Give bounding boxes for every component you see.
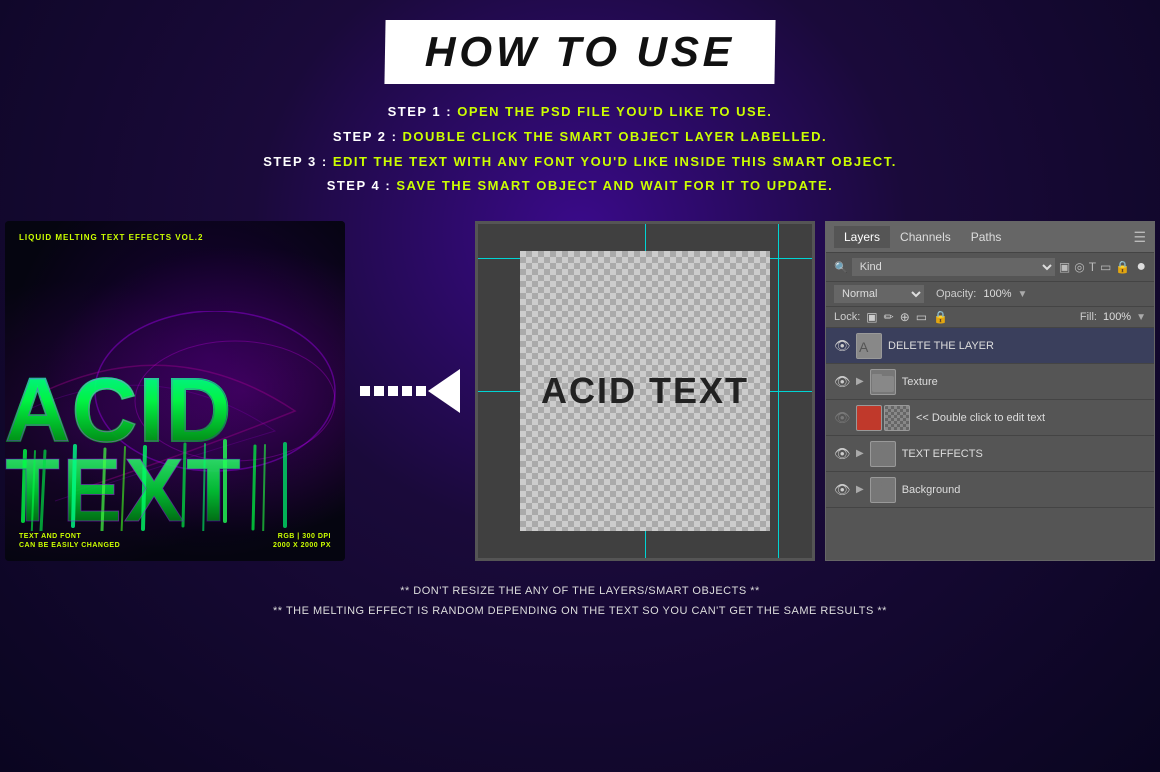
lock-icon-1: ▣ bbox=[866, 310, 877, 324]
expand-icon-1[interactable]: ▶ bbox=[856, 376, 864, 387]
layer-thumb-1 bbox=[870, 369, 896, 395]
bottom-left-label: TEXT AND FONTCAN BE EASILY CHANGED bbox=[19, 532, 120, 552]
lock-icon-4: ▭ bbox=[916, 310, 927, 324]
page-title: HOW TO USE bbox=[425, 28, 736, 76]
step-1-label: STEP 1 : bbox=[388, 104, 458, 119]
step-4-label: STEP 4 : bbox=[327, 178, 397, 193]
dash-1 bbox=[360, 386, 370, 396]
fill-value: 100% bbox=[1103, 311, 1131, 323]
layer-smart-object[interactable]: 👁 << Double click to edit text bbox=[826, 400, 1154, 436]
layer-thumb-3 bbox=[870, 441, 896, 467]
tab-layers[interactable]: Layers bbox=[834, 226, 890, 248]
layer-name-1: Texture bbox=[902, 376, 1146, 388]
opacity-dropdown-icon[interactable]: ▼ bbox=[1018, 289, 1028, 300]
panels-row: LIQUID MELTING TEXT EFFECTS VOL.2 ACID A… bbox=[20, 221, 1140, 561]
layer-thumb-2-red bbox=[856, 405, 882, 431]
layer-name-3: TEXT EFFECTS bbox=[902, 448, 1146, 460]
layer-background[interactable]: 👁 ▶ Background bbox=[826, 472, 1154, 508]
arrow-indicator bbox=[360, 369, 460, 413]
tab-channels[interactable]: Channels bbox=[890, 226, 961, 248]
smart-object-text: ACID TEXT bbox=[541, 370, 749, 412]
fill-dropdown-icon[interactable]: ▼ bbox=[1136, 312, 1146, 323]
eye-icon-3[interactable]: 👁 bbox=[834, 446, 850, 462]
lock-label: Lock: bbox=[834, 311, 860, 323]
layer-thumb-4 bbox=[870, 477, 896, 503]
eye-icon-0[interactable]: 👁 bbox=[834, 338, 850, 354]
filter-icon-smart: 🔒 bbox=[1115, 260, 1130, 274]
layers-panel: Layers Channels Paths ☰ 🔍 Kind ▣ ◎ T ▭ 🔒… bbox=[825, 221, 1155, 561]
preview-panel: LIQUID MELTING TEXT EFFECTS VOL.2 ACID A… bbox=[5, 221, 345, 561]
step-3-value: EDIT THE TEXT WITH ANY FONT YOU'D LIKE I… bbox=[333, 154, 897, 169]
filter-icon-shape: ▭ bbox=[1100, 260, 1111, 274]
product-label: LIQUID MELTING TEXT EFFECTS VOL.2 bbox=[19, 233, 203, 242]
filter-icon-adjust: ◎ bbox=[1074, 260, 1084, 274]
layer-name-0: DELETE THE LAYER bbox=[888, 340, 1146, 352]
step-2-value: DOUBLE CLICK THE SMART OBJECT LAYER LABE… bbox=[403, 129, 828, 144]
svg-text:A: A bbox=[859, 339, 869, 355]
step-2: STEP 2 : DOUBLE CLICK THE SMART OBJECT L… bbox=[263, 127, 897, 148]
lock-icon-5: 🔒 bbox=[933, 310, 948, 324]
step-2-label: STEP 2 : bbox=[333, 129, 403, 144]
layer-texture[interactable]: 👁 ▶ Texture bbox=[826, 364, 1154, 400]
filter-icon-dot: ● bbox=[1136, 258, 1146, 276]
footer-notes: ** DON'T RESIZE THE ANY OF THE LAYERS/SM… bbox=[273, 582, 887, 622]
dash-5 bbox=[416, 386, 426, 396]
main-content: HOW TO USE STEP 1 : OPEN THE PSD FILE YO… bbox=[0, 0, 1160, 632]
expand-icon-4[interactable]: ▶ bbox=[856, 484, 864, 495]
dash-3 bbox=[388, 386, 398, 396]
layers-menu-icon[interactable]: ☰ bbox=[1133, 229, 1146, 246]
step-3-label: STEP 3 : bbox=[263, 154, 333, 169]
expand-icon-3[interactable]: ▶ bbox=[856, 448, 864, 459]
kind-dropdown[interactable]: Kind bbox=[852, 258, 1055, 276]
layer-name-4: Background bbox=[902, 484, 1146, 496]
smart-object-panel: ACID TEXT bbox=[475, 221, 815, 561]
lock-icon-3: ⊕ bbox=[900, 310, 910, 324]
blend-mode-dropdown[interactable]: Normal bbox=[834, 285, 924, 303]
step-1: STEP 1 : OPEN THE PSD FILE YOU'D LIKE TO… bbox=[263, 102, 897, 123]
steps-container: STEP 1 : OPEN THE PSD FILE YOU'D LIKE TO… bbox=[263, 102, 897, 201]
layer-thumb-2-checker bbox=[884, 405, 910, 431]
step-1-value: OPEN THE PSD FILE YOU'D LIKE TO USE. bbox=[457, 104, 772, 119]
preview-inner: LIQUID MELTING TEXT EFFECTS VOL.2 ACID A… bbox=[5, 221, 345, 561]
arrow-dashes bbox=[360, 386, 426, 396]
bottom-right-label: RGB | 300 DPI2000 x 2000 PX bbox=[273, 532, 331, 552]
eye-icon-2[interactable]: 👁 bbox=[834, 410, 850, 426]
eye-icon-1[interactable]: 👁 bbox=[834, 374, 850, 390]
tab-paths[interactable]: Paths bbox=[961, 226, 1012, 248]
layers-filter-row: 🔍 Kind ▣ ◎ T ▭ 🔒 ● bbox=[826, 253, 1154, 282]
guide-right bbox=[778, 224, 779, 558]
layer-text-effects[interactable]: 👁 ▶ TEXT EFFECTS bbox=[826, 436, 1154, 472]
step-4-value: SAVE THE SMART OBJECT AND WAIT FOR IT TO… bbox=[396, 178, 833, 193]
layer-name-2: << Double click to edit text bbox=[916, 412, 1146, 424]
checker-canvas: ACID TEXT bbox=[520, 251, 770, 531]
filter-icon-type: T bbox=[1089, 260, 1096, 274]
opacity-value: 100% bbox=[983, 288, 1011, 300]
layer-delete[interactable]: 👁 A DELETE THE LAYER bbox=[826, 328, 1154, 364]
arrow-head bbox=[428, 369, 460, 413]
dash-2 bbox=[374, 386, 384, 396]
eye-icon-4[interactable]: 👁 bbox=[834, 482, 850, 498]
step-3: STEP 3 : EDIT THE TEXT WITH ANY FONT YOU… bbox=[263, 152, 897, 173]
dash-4 bbox=[402, 386, 412, 396]
search-icon: 🔍 bbox=[834, 261, 848, 274]
footer-line-2: ** THE MELTING EFFECT IS RANDOM DEPENDIN… bbox=[273, 602, 887, 622]
svg-text:TEXT: TEXT bbox=[5, 441, 243, 531]
lock-row: Lock: ▣ ✏ ⊕ ▭ 🔒 Fill: 100% ▼ bbox=[826, 307, 1154, 328]
layer-thumb-0: A bbox=[856, 333, 882, 359]
footer-line-1: ** DON'T RESIZE THE ANY OF THE LAYERS/SM… bbox=[273, 582, 887, 602]
fill-label: Fill: bbox=[1080, 311, 1097, 323]
layers-tab-bar: Layers Channels Paths ☰ bbox=[826, 222, 1154, 253]
acid-text-visual: ACID ACID TEXT bbox=[5, 311, 345, 531]
blend-opacity-row: Normal Opacity: 100% ▼ bbox=[826, 282, 1154, 307]
step-4: STEP 4 : SAVE THE SMART OBJECT AND WAIT … bbox=[263, 176, 897, 197]
opacity-label: Opacity: bbox=[936, 288, 976, 300]
fill-control: Fill: 100% ▼ bbox=[1080, 311, 1146, 323]
filter-icon-pixel: ▣ bbox=[1059, 260, 1070, 274]
title-banner: HOW TO USE bbox=[384, 20, 775, 84]
lock-icon-2: ✏ bbox=[884, 310, 894, 324]
